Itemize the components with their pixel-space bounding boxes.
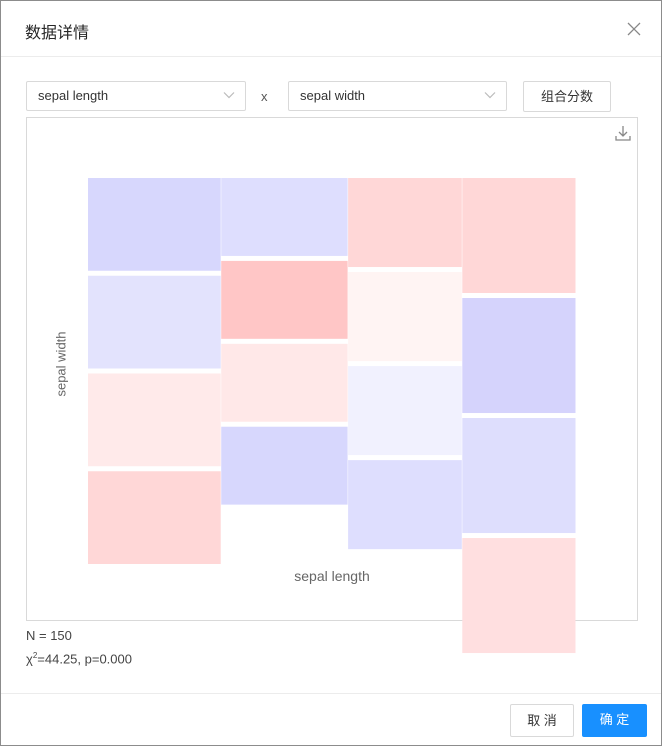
mosaic-cell-r1-c3 [348,178,462,268]
mosaic-cell-r1-c4 [462,178,576,294]
chi-square-result: χ2=44.25, p=0.000 [26,651,132,666]
mosaic-cell-r2-c4 [462,298,576,414]
mosaic-plot [88,178,576,654]
mosaic-cell-r3-c3 [348,366,462,456]
mosaic-cell-r2-c1 [88,275,221,369]
mosaic-cell-r2-c2 [221,260,348,339]
x-axis-label: sepal length [294,568,370,584]
sample-size: N = 150 [26,628,72,643]
cancel-button[interactable]: 取 消 [510,704,574,737]
mosaic-cell-r2-c3 [348,272,462,362]
chi-symbol: χ [26,651,33,667]
mosaic-cell-r4-c4 [462,538,576,654]
mosaic-cell-r1-c2 [221,178,348,256]
data-detail-dialog: 数据详情 sepal length x sepal width 组合分数 sep… [0,0,662,746]
mosaic-cell-r4-c3 [348,460,462,550]
mosaic-cell-r3-c2 [221,343,348,422]
mosaic-cell-r1-c1 [88,178,221,271]
mosaic-cell-r4-c1 [88,471,221,564]
mosaic-cell-r3-c1 [88,373,221,467]
footer-divider [1,693,661,694]
chi-value: =44.25, p=0.000 [37,651,132,667]
y-axis-label: sepal width [53,331,69,397]
confirm-button[interactable]: 确 定 [582,704,647,737]
mosaic-cell-r3-c4 [462,418,576,534]
mosaic-cell-r4-c2 [221,426,348,505]
